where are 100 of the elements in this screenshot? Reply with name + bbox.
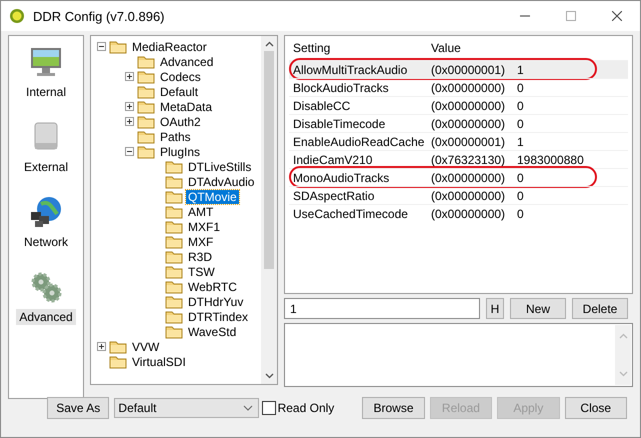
tree-item[interactable]: MetaData <box>158 100 214 114</box>
scrollbar[interactable] <box>261 36 277 384</box>
decimal-value: 0 <box>517 98 524 112</box>
scroll-up-icon[interactable] <box>264 41 274 47</box>
folder-icon <box>137 100 155 114</box>
tree-item[interactable]: Default <box>158 84 200 98</box>
setting-name[interactable]: MonoAudioTracks <box>289 170 431 184</box>
folder-icon <box>165 204 183 218</box>
sidebar-item[interactable]: Internal <box>22 84 70 100</box>
setting-name[interactable]: DisableCC <box>289 98 431 112</box>
decimal-value: 0 <box>517 80 524 94</box>
setting-name[interactable]: DisableTimecode <box>289 116 431 130</box>
folder-icon <box>165 294 183 308</box>
hex-value: (0x00000000) <box>431 98 506 112</box>
folder-icon <box>165 160 183 174</box>
value-field[interactable]: 1 <box>284 298 480 319</box>
table-row[interactable]: DisableCC (0x00000000) 0 <box>289 96 628 114</box>
decimal-value: 0 <box>517 116 524 130</box>
folder-icon <box>109 340 127 354</box>
folder-icon <box>137 70 155 84</box>
tree-item[interactable]: Advanced <box>158 54 216 68</box>
tree-item[interactable]: MXF <box>186 234 216 248</box>
table-row[interactable]: MonoAudioTracks (0x00000000) 0 <box>289 168 628 186</box>
folder-icon <box>109 354 127 368</box>
globe-computers-icon[interactable] <box>28 196 63 228</box>
tree-item[interactable]: QTMovie <box>186 190 239 204</box>
hex-value: (0x00000001) <box>431 62 506 76</box>
tree-item[interactable]: DTRTindex <box>186 310 250 324</box>
profile-dropdown[interactable]: Default <box>114 398 259 418</box>
folder-icon <box>165 220 183 234</box>
sidebar-item[interactable]: External <box>20 159 72 175</box>
table-row[interactable]: BlockAudioTracks (0x00000000) 0 <box>289 78 628 96</box>
expander-icon[interactable] <box>125 117 134 126</box>
expander-icon[interactable] <box>125 147 134 156</box>
decimal-value: 0 <box>517 170 524 184</box>
save-as-button[interactable]: Save As <box>47 397 110 419</box>
tree-item[interactable]: R3D <box>186 250 214 264</box>
folder-icon <box>165 280 183 294</box>
read-only-checkbox[interactable] <box>262 401 276 415</box>
setting-name[interactable]: AllowMultiTrackAudio <box>289 62 431 76</box>
tree-item[interactable]: Codecs <box>158 70 203 84</box>
expander-icon[interactable] <box>97 42 106 51</box>
monitor-icon[interactable] <box>29 46 63 78</box>
dialog-button[interactable]: Close <box>564 397 627 419</box>
tree-item[interactable]: DTLiveStills <box>186 160 254 174</box>
table-row[interactable]: UseCachedTimecode (0x00000000) 0 <box>289 204 628 222</box>
setting-name[interactable]: EnableAudioReadCache <box>289 134 431 148</box>
tree-item[interactable]: DTHdrYuv <box>186 294 246 308</box>
sidebar-item[interactable]: Advanced <box>16 309 76 325</box>
table-row[interactable]: SDAspectRatio (0x00000000) 0 <box>289 186 628 204</box>
tree-item[interactable]: Paths <box>158 130 193 144</box>
sidebar-item[interactable]: Network <box>20 234 71 250</box>
hex-value: (0x76323130) <box>431 152 506 166</box>
expander-icon[interactable] <box>125 102 134 111</box>
table-row[interactable]: IndieCamV210 (0x76323130) 1983000880 <box>289 150 628 168</box>
setting-name[interactable]: BlockAudioTracks <box>289 80 431 94</box>
hex-value: (0x00000000) <box>431 206 506 220</box>
tree-item[interactable]: DTAdvAudio <box>186 174 256 188</box>
decimal-value: 1983000880 <box>517 152 584 166</box>
table-row[interactable]: AllowMultiTrackAudio (0x00000001) 1 <box>289 60 628 78</box>
tree-item[interactable]: VVW <box>130 340 162 354</box>
tree-item[interactable]: WebRTC <box>186 280 239 294</box>
dropdown-caret-icon[interactable] <box>242 405 253 411</box>
folder-icon <box>137 114 155 128</box>
tree-item[interactable]: TSW <box>186 264 217 278</box>
folder-icon <box>137 144 155 158</box>
hex-value: (0x00000001) <box>431 134 506 148</box>
close-icon[interactable] <box>612 11 622 21</box>
column-header[interactable]: Setting <box>289 41 431 55</box>
editor-button[interactable]: New <box>510 298 566 319</box>
hex-value: (0x00000000) <box>431 170 506 184</box>
expander-icon[interactable] <box>97 342 106 351</box>
setting-name[interactable]: UseCachedTimecode <box>289 206 431 220</box>
tree-item[interactable]: PlugIns <box>158 144 202 158</box>
folder-icon <box>137 84 155 98</box>
folder-icon <box>137 130 155 144</box>
dialog-button[interactable]: Browse <box>362 397 425 419</box>
column-header[interactable]: Value <box>431 41 517 55</box>
tree-item[interactable]: MediaReactor <box>130 40 209 54</box>
editor-button[interactable]: H <box>486 298 504 319</box>
app-logo-icon <box>9 8 25 24</box>
folder-icon <box>165 174 183 188</box>
tree-item[interactable]: WaveStd <box>186 324 238 338</box>
tree-item[interactable]: VirtualSDI <box>130 354 188 368</box>
setting-name[interactable]: SDAspectRatio <box>289 188 431 202</box>
editor-button[interactable]: Delete <box>572 298 628 319</box>
folder-icon <box>165 324 183 338</box>
folder-icon <box>137 54 155 68</box>
folder-icon <box>109 40 127 54</box>
tree-item[interactable]: OAuth2 <box>158 114 203 128</box>
scroll-down-icon[interactable] <box>264 373 274 379</box>
table-row[interactable]: DisableTimecode (0x00000000) 0 <box>289 114 628 132</box>
expander-icon[interactable] <box>125 72 134 81</box>
checkbox-label[interactable]: Read Only <box>278 401 334 415</box>
gears-icon[interactable] <box>30 271 62 303</box>
setting-name[interactable]: IndieCamV210 <box>289 152 431 166</box>
table-row[interactable]: EnableAudioReadCache (0x00000001) 1 <box>289 132 628 150</box>
tree-item[interactable]: MXF1 <box>186 220 222 234</box>
decimal-value: 0 <box>517 206 524 220</box>
tree-item[interactable]: AMT <box>186 204 216 218</box>
